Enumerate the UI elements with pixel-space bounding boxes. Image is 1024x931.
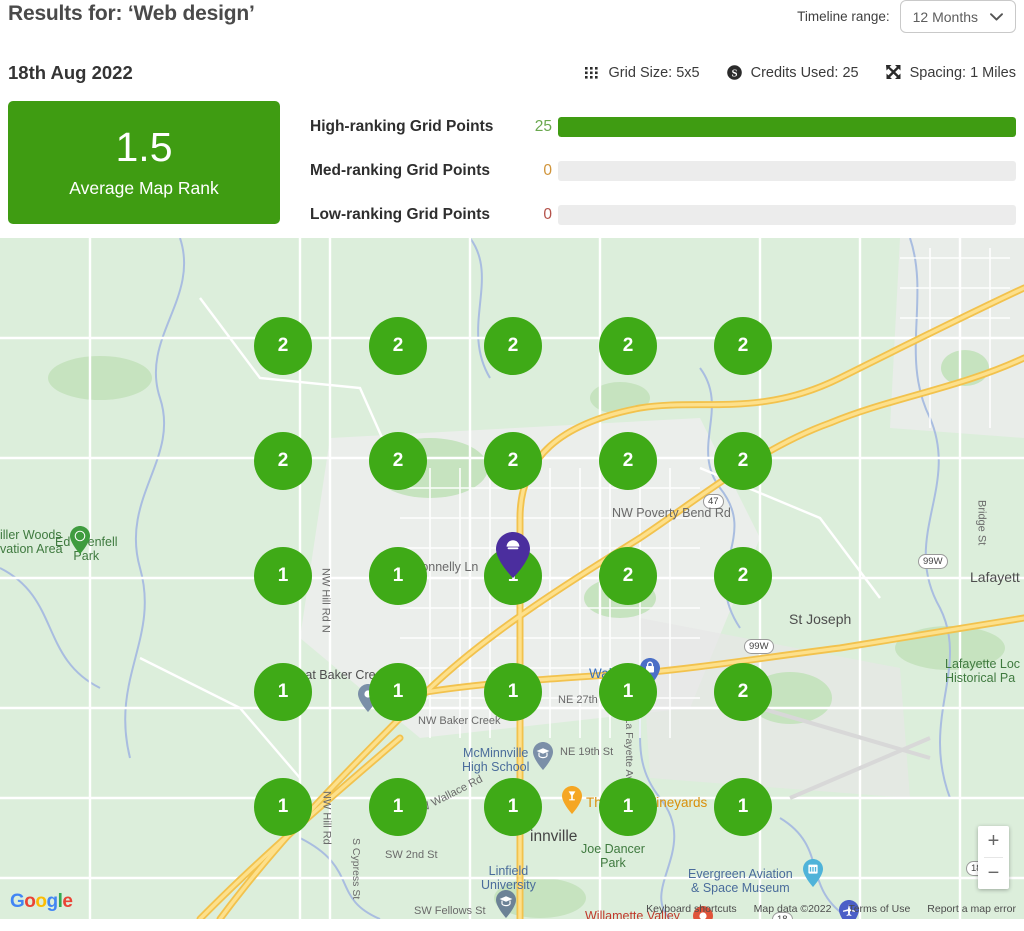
bar-row-med: Med-ranking Grid Points 0 [310,149,1016,193]
grid-point[interactable]: 1 [369,663,427,721]
map-container[interactable]: 47 99W 99W 18 18 18 233 99W iller Woods … [0,238,1024,919]
average-map-rank-label: Average Map Rank [69,178,219,199]
report-meta-items: Grid Size: 5x5 S Credits Used: 25 Spacin… [584,64,1016,81]
grid-point[interactable]: 2 [369,432,427,490]
average-map-rank-card: 1.5 Average Map Rank [8,101,280,224]
report-date: 18th Aug 2022 [8,62,133,84]
grid-point[interactable]: 2 [714,432,772,490]
grid-point[interactable]: 1 [254,663,312,721]
grid-point[interactable]: 1 [599,663,657,721]
grid-point[interactable]: 1 [369,778,427,836]
meta-spacing: Spacing: 1 Miles [885,64,1016,81]
grid-point[interactable]: 2 [484,317,542,375]
grid-point[interactable]: 2 [254,317,312,375]
grid-point[interactable]: 1 [254,547,312,605]
meta-grid-size: Grid Size: 5x5 [584,64,700,81]
grid-point[interactable]: 2 [254,432,312,490]
keyboard-shortcuts-link[interactable]: Keyboard shortcuts [646,903,736,915]
page-header: Results for: ‘Web design’ Timeline range… [0,0,1024,44]
map-attribution: Keyboard shortcuts Map data ©2022 Terms … [646,903,1016,915]
grid-point[interactable]: 2 [484,432,542,490]
spacing-icon [885,64,902,81]
stats-row: 1.5 Average Map Rank High-ranking Grid P… [0,101,1024,234]
grid-point[interactable]: 1 [484,663,542,721]
bar-label-med: Med-ranking Grid Points [310,162,524,180]
timeline-range-label: Timeline range: [797,9,890,24]
bar-row-low: Low-ranking Grid Points 0 [310,193,1016,237]
credits-icon: S [726,64,743,81]
grid-point[interactable]: 2 [599,432,657,490]
map-data-copyright: Map data ©2022 [754,903,832,915]
google-logo: Google [10,891,72,913]
grid-point[interactable]: 2 [369,317,427,375]
timeline-range-select[interactable]: 12 Months [900,0,1016,33]
meta-credits-used: S Credits Used: 25 [726,64,859,81]
timeline-range-control: Timeline range: 12 Months [797,0,1016,33]
chevron-down-icon [990,13,1003,21]
bar-count-high: 25 [524,118,558,136]
timeline-range-value: 12 Months [913,9,978,25]
average-map-rank-value: 1.5 [116,127,173,168]
report-meta-row: 18th Aug 2022 Grid Size: 5x5 S Credits U… [0,62,1024,96]
meta-spacing-label: Spacing: 1 Miles [910,65,1016,81]
page-title: Results for: ‘Web design’ [8,2,255,26]
ranking-bars: High-ranking Grid Points 25 Med-ranking … [310,105,1016,237]
grid-point[interactable]: 1 [714,778,772,836]
report-map-error-link[interactable]: Report a map error [927,903,1016,915]
zoom-out-button[interactable]: − [978,858,1009,889]
zoom-in-button[interactable]: + [978,826,1009,857]
meta-grid-size-label: Grid Size: 5x5 [609,65,700,81]
grid-point[interactable]: 2 [599,547,657,605]
bar-track-high [558,117,1016,137]
grid-point[interactable]: 1 [599,778,657,836]
grid-point[interactable]: 2 [599,317,657,375]
map-zoom-controls: + − [978,826,1009,889]
bar-track-low [558,205,1016,225]
grid-point[interactable]: 1 [484,778,542,836]
terms-of-use-link[interactable]: Terms of Use [848,903,910,915]
grid-point[interactable]: 1 [369,547,427,605]
svg-text:S: S [731,68,737,79]
bar-row-high: High-ranking Grid Points 25 [310,105,1016,149]
bar-label-high: High-ranking Grid Points [310,118,524,136]
bar-count-med: 0 [524,162,558,180]
grid-point[interactable]: 2 [714,547,772,605]
grid-point[interactable]: 2 [714,317,772,375]
grid-point[interactable]: 2 [714,663,772,721]
grid-icon [584,64,601,81]
meta-credits-used-label: Credits Used: 25 [751,65,859,81]
bar-count-low: 0 [524,206,558,224]
bar-fill-high [558,117,1016,137]
grid-point[interactable]: 1 [484,547,542,605]
bar-label-low: Low-ranking Grid Points [310,206,524,224]
grid-point[interactable]: 1 [254,778,312,836]
bar-track-med [558,161,1016,181]
